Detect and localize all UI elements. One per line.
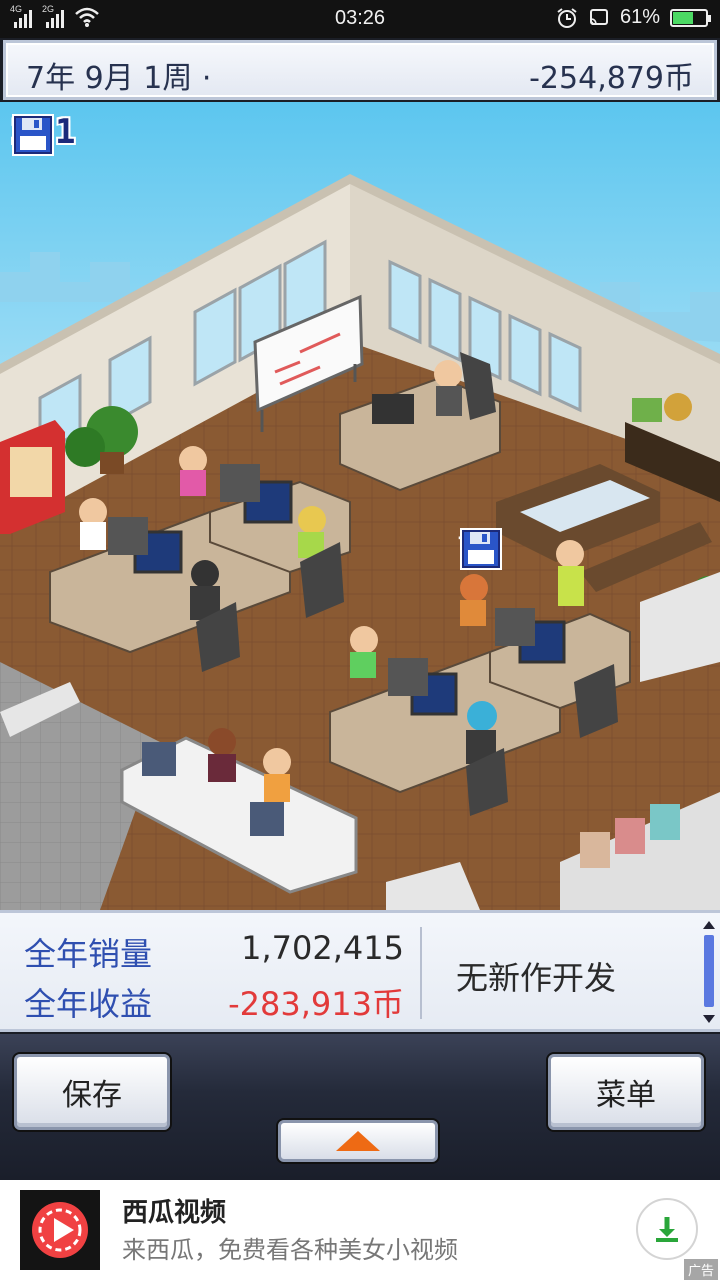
expand-panel-button[interactable]	[278, 1120, 438, 1162]
annual-sales-row: 全年销量 1,702,415	[24, 929, 404, 979]
research-bonus-popup: +7	[458, 526, 502, 570]
ad-title[interactable]: 西瓜视频	[122, 1192, 226, 1229]
office-illustration	[0, 102, 720, 910]
annual-sales-value: 1,702,415	[241, 929, 404, 967]
ad-subtitle[interactable]: 来西瓜，免费看各种美女小视频	[122, 1230, 458, 1265]
status-right: 61%	[556, 6, 711, 29]
annual-profit-value: -283,913币	[228, 985, 404, 1023]
game-date: 7年 9月 1周 ·	[26, 61, 212, 96]
annual-sales-label: 全年销量	[24, 935, 153, 973]
research-points-display: 191	[10, 112, 77, 156]
development-status: 无新作开发	[456, 959, 617, 997]
stats-panel: 全年销量 1,702,415 全年收益 -283,913币 无新作开发	[0, 910, 720, 1032]
scroll-thumb[interactable]	[704, 935, 714, 1007]
stats-divider	[420, 927, 422, 1019]
annual-profit-row: 全年收益 -283,913币	[24, 979, 404, 1029]
battery-percent: 61%	[619, 6, 660, 28]
save-button[interactable]: 保存	[14, 1054, 170, 1130]
download-button[interactable]	[636, 1198, 698, 1260]
funds: -254,879币	[529, 61, 694, 96]
menu-button[interactable]: 菜单	[548, 1054, 704, 1130]
download-icon	[656, 1217, 678, 1242]
stats-scrollbar[interactable]	[702, 921, 716, 1023]
cast-icon	[589, 8, 608, 25]
ad-banner[interactable]: 西瓜视频 来西瓜，免费看各种美女小视频 广告	[0, 1180, 720, 1280]
scroll-up-icon[interactable]	[703, 921, 715, 929]
battery-fill	[673, 11, 693, 24]
floppy-disk-icon	[12, 114, 54, 156]
command-bar: 保存 菜单	[0, 1034, 720, 1180]
battery-icon	[670, 8, 711, 27]
game-screen: 4G 2G 03:26 61% 7年 9月 1周 · -254,879币 全年销…	[0, 0, 720, 1280]
app-logo-icon[interactable]	[20, 1190, 100, 1270]
date-money-bar: 7年 9月 1周 · -254,879币	[3, 40, 717, 100]
arrow-up-icon	[336, 1131, 380, 1151]
office-scene[interactable]: 191 +7	[0, 102, 720, 910]
status-bar: 4G 2G 03:26 61%	[0, 0, 720, 38]
ad-label: 广告	[683, 1259, 718, 1280]
annual-profit-label: 全年收益	[24, 985, 153, 1023]
alarm-icon	[557, 7, 577, 28]
floppy-disk-icon	[460, 528, 502, 570]
scroll-down-icon[interactable]	[703, 1015, 715, 1023]
